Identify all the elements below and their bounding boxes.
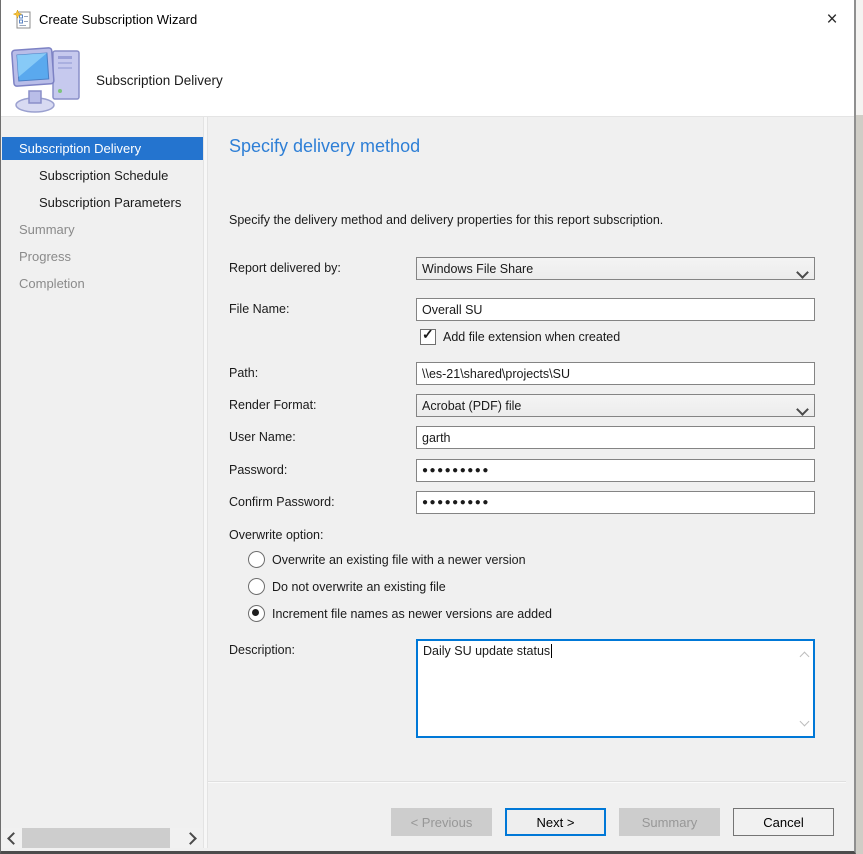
step-list: Subscription Delivery Subscription Sched… [2,137,203,299]
description-textarea[interactable]: Daily SU update status [416,639,815,738]
window-title: Create Subscription Wizard [39,12,197,27]
step-subscription-schedule[interactable]: Subscription Schedule [2,164,203,187]
title-bar: Create Subscription Wizard × [1,0,854,40]
overwrite-option-label: Overwrite option: [229,528,815,542]
scroll-up-icon[interactable] [801,649,808,663]
screenshot-stage: Create Subscription Wizard × [0,0,863,854]
sidebar-horizontal-scrollbar[interactable] [2,828,203,848]
page-content: Specify delivery method Specify the deli… [208,117,846,781]
summary-button: Summary [619,808,720,836]
render-format-label: Render Format: [229,394,416,412]
wizard-window: Create Subscription Wizard × [0,0,856,854]
button-row: < Previous Next > Summary Cancel [378,808,834,836]
header-title: Subscription Delivery [96,73,223,88]
password-label: Password: [229,459,416,477]
step-subscription-delivery[interactable]: Subscription Delivery [2,137,203,160]
page-intro-text: Specify the delivery method and delivery… [229,213,815,227]
confirm-password-input[interactable] [416,491,815,514]
cancel-button[interactable]: Cancel [733,808,834,836]
description-text: Daily SU update status [423,644,550,658]
radio-increment-file-names-label: Increment file names as newer versions a… [272,607,552,621]
report-delivered-by-value: Windows File Share [422,262,533,276]
page-title: Specify delivery method [229,136,815,157]
chevron-down-icon [798,403,807,417]
render-format-select[interactable]: Acrobat (PDF) file [416,394,815,417]
step-progress: Progress [2,245,203,268]
path-input[interactable] [416,362,815,385]
password-input[interactable] [416,459,815,482]
next-button[interactable]: Next > [505,808,606,836]
text-caret [551,644,552,658]
computer-icon [9,43,89,115]
wizard-app-icon [13,10,32,29]
radio-do-not-overwrite-label: Do not overwrite an existing file [272,580,446,594]
scroll-right-arrow-icon[interactable] [182,828,202,848]
previous-button: < Previous [391,808,492,836]
background-window-strip [856,0,863,854]
step-subscription-parameters[interactable]: Subscription Parameters [2,191,203,214]
report-delivered-by-label: Report delivered by: [229,257,416,275]
chevron-down-icon [798,266,807,280]
close-icon: × [826,9,837,31]
path-label: Path: [229,362,416,380]
user-name-input[interactable] [416,426,815,449]
wizard-footer: < Previous Next > Summary Cancel [208,781,846,848]
radio-overwrite-newer-label: Overwrite an existing file with a newer … [272,553,526,567]
close-button[interactable]: × [816,5,848,35]
step-completion: Completion [2,272,203,295]
step-summary: Summary [2,218,203,241]
wizard-steps-sidebar: Subscription Delivery Subscription Sched… [2,117,203,848]
radio-increment-file-names[interactable] [248,605,265,622]
scroll-down-icon[interactable] [801,714,808,728]
add-extension-checkbox[interactable]: ✓ [420,329,436,345]
confirm-password-label: Confirm Password: [229,491,416,509]
radio-overwrite-newer[interactable] [248,551,265,568]
checkmark-icon: ✓ [422,326,434,343]
user-name-label: User Name: [229,426,416,444]
report-delivered-by-select[interactable]: Windows File Share [416,257,815,280]
wizard-header: Subscription Delivery [1,40,854,117]
add-extension-label: Add file extension when created [443,330,620,344]
radio-do-not-overwrite[interactable] [248,578,265,595]
render-format-value: Acrobat (PDF) file [422,399,521,413]
scroll-left-arrow-icon[interactable] [2,828,22,848]
file-name-input[interactable] [416,298,815,321]
description-label: Description: [229,639,416,657]
scrollbar-thumb[interactable] [22,828,170,848]
file-name-label: File Name: [229,298,416,316]
